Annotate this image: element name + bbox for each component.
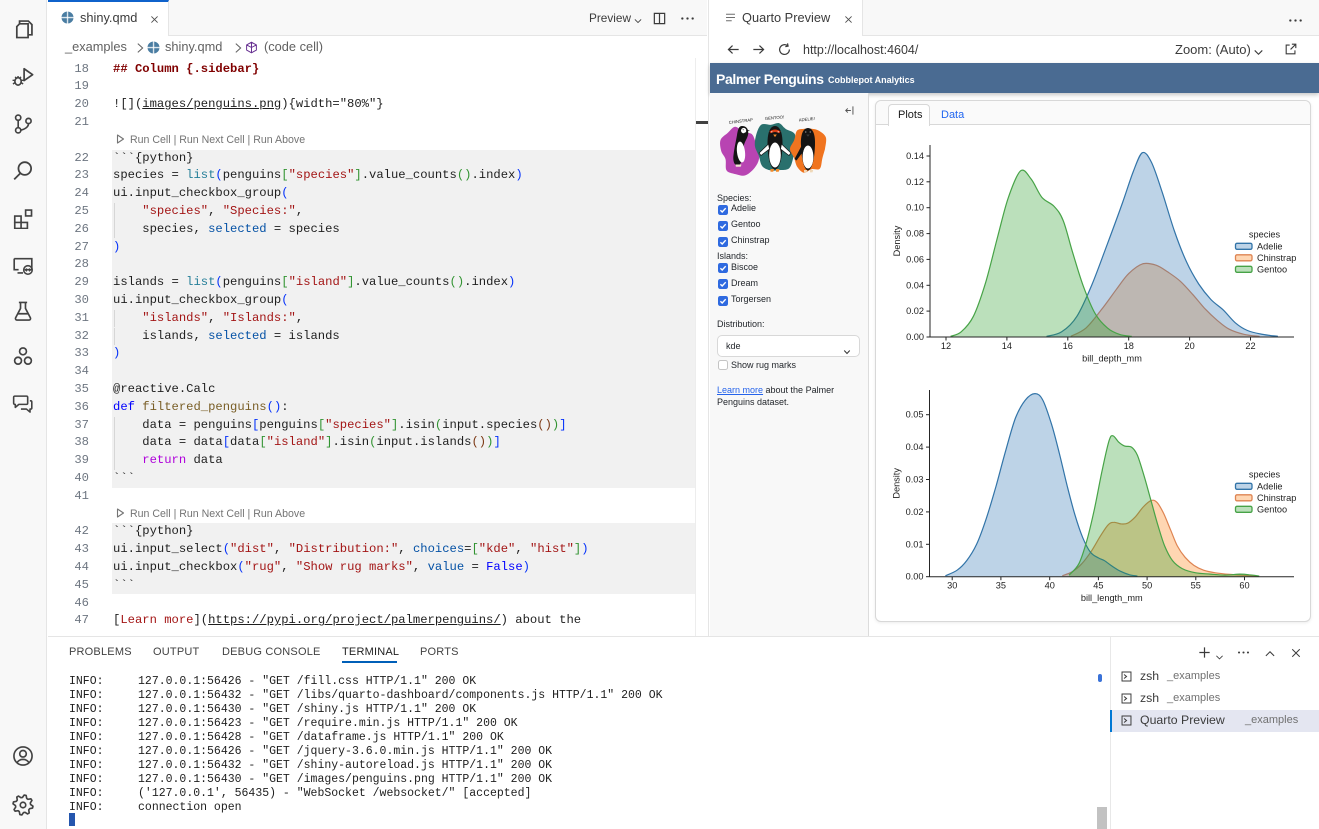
svg-text:0.01: 0.01 [906, 539, 924, 549]
svg-text:Adelie: Adelie [1257, 482, 1283, 492]
svg-text:Chinstrap: Chinstrap [1257, 493, 1296, 503]
svg-text:40: 40 [1045, 581, 1055, 591]
svg-text:20: 20 [1184, 341, 1194, 351]
svg-text:22: 22 [1245, 341, 1255, 351]
svg-text:60: 60 [1239, 581, 1249, 591]
svg-text:14: 14 [1002, 341, 1012, 351]
svg-text:0.10: 0.10 [906, 203, 924, 213]
svg-text:0.00: 0.00 [906, 572, 924, 582]
svg-text:50: 50 [1142, 581, 1152, 591]
svg-text:Gentoo: Gentoo [1257, 265, 1287, 275]
svg-text:Density: Density [892, 468, 902, 499]
svg-text:Adelie: Adelie [1257, 242, 1283, 252]
svg-text:species: species [1249, 229, 1281, 239]
svg-text:18: 18 [1124, 341, 1134, 351]
svg-text:30: 30 [947, 581, 957, 591]
svg-text:Density: Density [892, 225, 902, 256]
svg-text:0.04: 0.04 [906, 442, 924, 452]
svg-text:0.06: 0.06 [906, 254, 924, 264]
svg-text:CHINSTRAP: CHINSTRAP [729, 117, 754, 125]
svg-text:species: species [1249, 469, 1281, 479]
svg-text:0.05: 0.05 [906, 410, 924, 420]
svg-text:0.02: 0.02 [906, 306, 924, 316]
svg-text:0.00: 0.00 [906, 332, 924, 342]
svg-text:0.04: 0.04 [906, 280, 924, 290]
svg-text:55: 55 [1191, 581, 1201, 591]
svg-text:ADELIE!: ADELIE! [799, 116, 815, 123]
svg-text:12: 12 [941, 341, 951, 351]
svg-text:35: 35 [996, 581, 1006, 591]
svg-text:Gentoo: Gentoo [1257, 505, 1287, 515]
svg-text:16: 16 [1063, 341, 1073, 351]
svg-text:bill_depth_mm: bill_depth_mm [1082, 354, 1142, 364]
svg-text:0.02: 0.02 [906, 507, 924, 517]
svg-text:Chinstrap: Chinstrap [1257, 253, 1296, 263]
svg-text:GENTOO!: GENTOO! [765, 114, 785, 121]
svg-text:bill_length_mm: bill_length_mm [1081, 593, 1143, 603]
svg-text:0.12: 0.12 [906, 177, 924, 187]
svg-text:0.14: 0.14 [906, 151, 924, 161]
svg-text:0.08: 0.08 [906, 229, 924, 239]
svg-text:0.03: 0.03 [906, 475, 924, 485]
svg-text:45: 45 [1093, 581, 1103, 591]
